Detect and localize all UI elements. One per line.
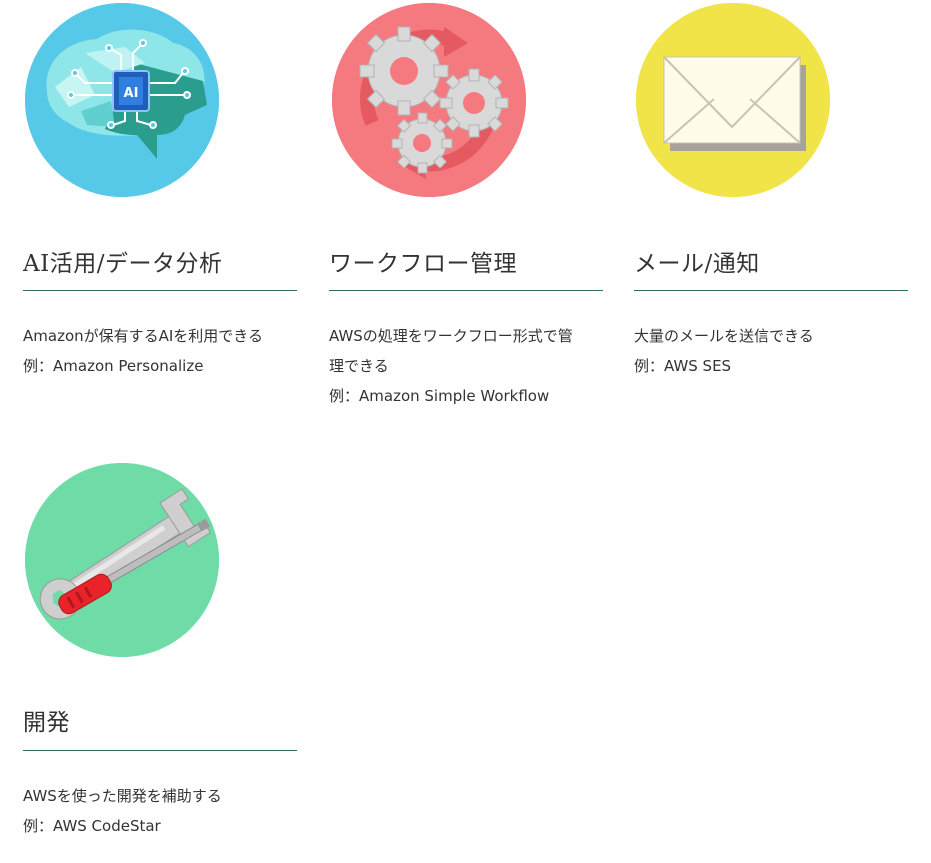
- description-text-cont: 理できる: [329, 357, 389, 375]
- description-text: AWSの処理をワークフロー形式で管: [329, 327, 573, 345]
- card-description: 大量のメールを送信できる 例：AWS SES: [634, 321, 908, 381]
- description-text: AWSを使った開発を補助する: [23, 787, 222, 805]
- card-title: メール/通知: [634, 251, 760, 277]
- description-text: 大量のメールを送信できる: [634, 327, 814, 345]
- divider: [23, 750, 297, 751]
- card-mail: メール/通知 大量のメールを送信できる 例：AWS SES: [634, 0, 908, 400]
- card-title: ワークフロー管理: [329, 251, 517, 277]
- example-text: 例：Amazon Personalize: [23, 357, 204, 375]
- tools-icon: [25, 463, 219, 657]
- gears-icon: [332, 3, 526, 197]
- card-title: AI活用/データ分析: [23, 251, 223, 277]
- card-ai: AI AI活用/データ分析 Amazonが保有するAIを利用できる 例：Amaz…: [23, 0, 297, 400]
- card-workflow: ワークフロー管理 AWSの処理をワークフロー形式で管 理できる 例：Amazon…: [329, 0, 603, 420]
- divider: [634, 290, 908, 291]
- divider: [23, 290, 297, 291]
- example-text: 例：AWS SES: [634, 357, 732, 375]
- ai-brain-icon: AI: [25, 3, 219, 197]
- card-description: AWSの処理をワークフロー形式で管 理できる 例：Amazon Simple W…: [329, 321, 603, 411]
- card-dev: 開発 AWSを使った開発を補助する 例：AWS CodeStar: [23, 460, 297, 860]
- description-text: Amazonが保有するAIを利用できる: [23, 327, 264, 345]
- example-text: 例：AWS CodeStar: [23, 817, 161, 835]
- divider: [329, 290, 603, 291]
- envelope-icon: [636, 3, 830, 197]
- card-description: AWSを使った開発を補助する 例：AWS CodeStar: [23, 781, 297, 841]
- svg-text:AI: AI: [124, 86, 139, 101]
- example-text: 例：Amazon Simple Workflow: [329, 387, 550, 405]
- card-description: Amazonが保有するAIを利用できる 例：Amazon Personalize: [23, 321, 297, 381]
- card-title: 開発: [23, 710, 70, 736]
